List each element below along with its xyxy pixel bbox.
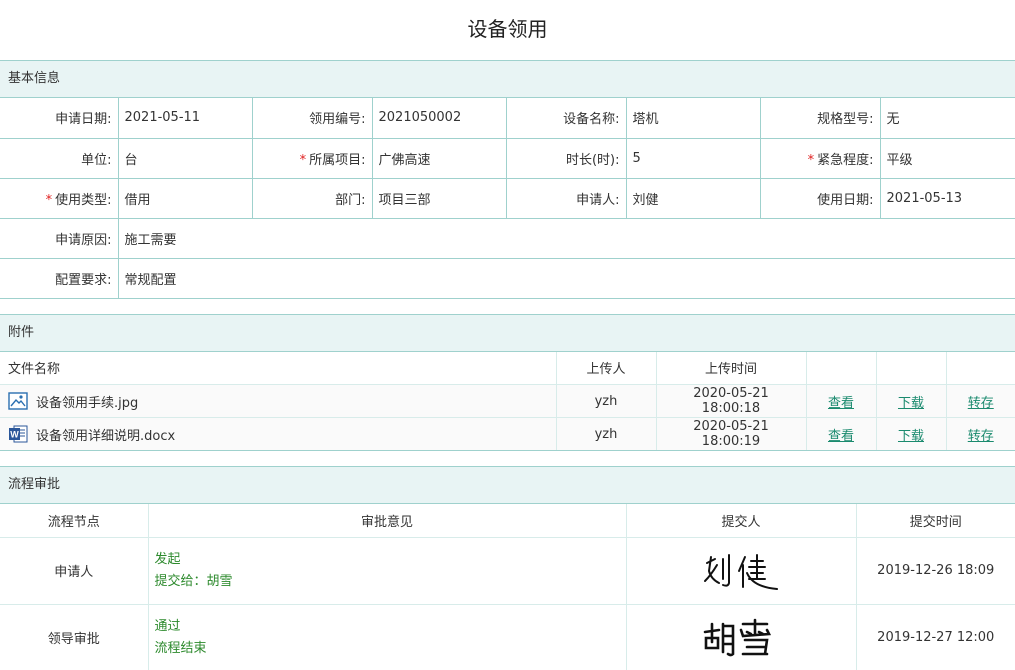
dept-label: 部门: [252,178,373,219]
applicant-value: 刘健 [626,178,761,219]
col-blank [806,351,877,385]
use-date-value: 2021-05-13 [880,178,1015,219]
save-to-link[interactable]: 转存 [968,396,994,411]
config-label: 配置要求: [0,258,119,299]
attachments-heading: 附件 [0,313,1015,352]
upload-time: 2020-05-21 18:00:18 [656,384,807,418]
project-value: 广佛高速 [372,138,507,179]
opinion-detail: 流程结束 [154,640,207,656]
use-type-value: 借用 [118,178,253,219]
view-link[interactable]: 查看 [828,396,854,411]
flow-opinion: 发起 提交给：胡雪 [148,537,627,605]
spec-value: 无 [880,98,1015,139]
urgency-value: 平级 [880,138,1015,179]
reason-value: 施工需要 [118,218,1015,259]
page-title: 设备领用 [467,17,548,41]
signature-cell [626,537,857,605]
spec-label: 规格型号: [760,98,881,139]
opinion-detail: 提交给：胡雪 [154,573,233,589]
file-name-cell: 设备领用手续.jpg [0,384,557,418]
col-blank [876,351,947,385]
dept-value: 项目三部 [372,178,507,219]
reason-label: 申请原因: [0,218,119,259]
code-value: 2021050002 [372,98,507,139]
code-label: 领用编号: [252,98,373,139]
unit-label: 单位: [0,138,119,179]
signature-cell [626,604,857,670]
table-row: 申请人 发起 提交给：胡雪 2019-12-26 18:09 [0,537,1015,605]
col-upload-time: 上传时间 [656,351,807,385]
handwritten-signature [704,553,778,590]
use-date-label: 使用日期: [760,178,881,219]
unit-value: 台 [118,138,253,179]
file-name: 设备领用手续.jpg [36,395,139,411]
col-uploader: 上传人 [556,351,657,385]
config-value: 常规配置 [118,258,1015,299]
file-name-cell: W 设备领用详细说明.docx [0,417,557,451]
required-mark: * [299,152,307,168]
use-type-label-cell: * 使用类型: [0,178,119,219]
opinion-action: 发起 [154,551,181,567]
submit-time: 2019-12-26 18:09 [856,537,1015,605]
opinion-action: 通过 [154,618,181,634]
handwritten-signature [703,618,772,656]
workflow-table: 流程节点 审批意见 提交人 提交时间 申请人 发起 提交给：胡雪 2019-12… [0,504,1015,670]
download-link[interactable]: 下载 [898,396,924,411]
device-value: 塔机 [626,98,761,139]
urgency-label-cell: * 紧急程度: [760,138,881,179]
col-blank [946,351,1015,385]
duration-label: 时长(时): [506,138,627,179]
apply-date-label: 申请日期: [0,98,119,139]
table-row: 设备领用手续.jpg yzh 2020-05-21 18:00:18 查看 下载… [0,384,1015,418]
basic-info-heading: 基本信息 [0,60,1015,98]
table-row: 领导审批 通过 流程结束 2019-12-27 12:00 [0,604,1015,670]
col-file-name: 文件名称 [0,351,557,385]
col-submitter: 提交人 [626,504,857,538]
col-opinion: 审批意见 [148,504,627,538]
flow-node: 申请人 [0,537,149,605]
basic-info-table: 申请日期: 2021-05-11 领用编号: 2021050002 设备名称: … [0,98,1015,299]
flow-opinion: 通过 流程结束 [148,604,627,670]
required-mark: * [807,152,815,168]
device-label: 设备名称: [506,98,627,139]
view-link[interactable]: 查看 [828,429,854,444]
table-row: W 设备领用详细说明.docx yzh 2020-05-21 18:00:19 … [0,417,1015,451]
word-file-icon: W [8,424,28,444]
apply-date-value: 2021-05-11 [118,98,253,139]
save-to-link[interactable]: 转存 [968,429,994,444]
project-label-cell: * 所属项目: [252,138,373,179]
duration-value: 5 [626,138,761,179]
attachments-table: 文件名称 上传人 上传时间 设备领用手续.jpg yzh 2020-05-21 … [0,351,1015,451]
upload-time: 2020-05-21 18:00:19 [656,417,807,451]
applicant-label: 申请人: [506,178,627,219]
download-link[interactable]: 下载 [898,429,924,444]
submit-time: 2019-12-27 12:00 [856,604,1015,670]
image-file-icon [8,391,28,411]
urgency-label: 紧急程度: [817,152,874,168]
project-label: 所属项目: [309,152,366,168]
col-submit-time: 提交时间 [856,504,1015,538]
workflow-heading: 流程审批 [0,466,1015,504]
use-type-label: 使用类型: [55,192,112,208]
uploader: yzh [556,417,657,451]
uploader: yzh [556,384,657,418]
flow-node: 领导审批 [0,604,149,670]
file-name: 设备领用详细说明.docx [36,428,176,444]
required-mark: * [45,192,53,208]
col-node: 流程节点 [0,504,149,538]
svg-text:W: W [10,430,19,440]
